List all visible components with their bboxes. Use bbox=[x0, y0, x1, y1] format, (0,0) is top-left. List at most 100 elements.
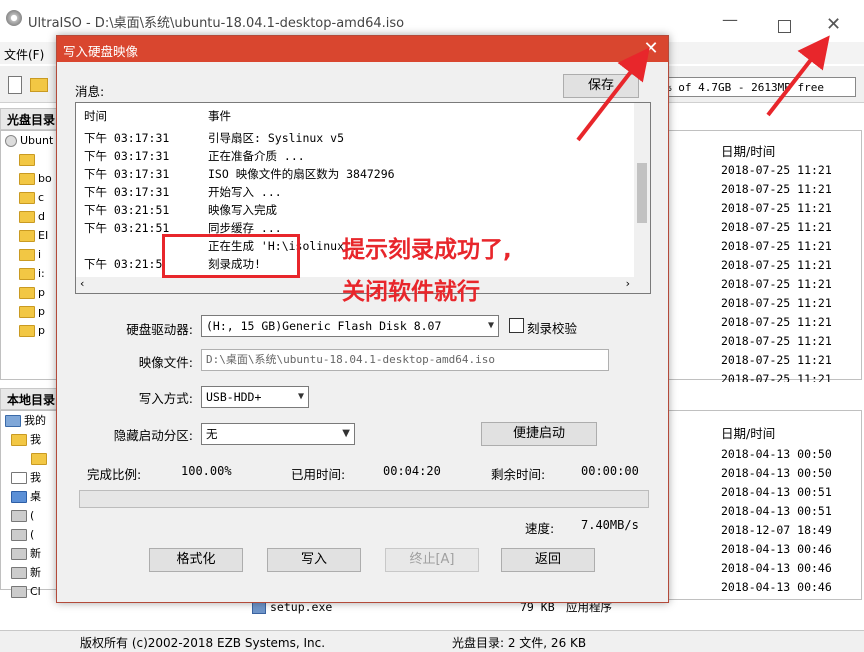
status-bar: 版权所有 (c)2002-2018 EZB Systems, Inc. 光盘目录… bbox=[0, 630, 864, 652]
elapsed-label: 已用时间: bbox=[291, 467, 346, 482]
tree-item[interactable]: p bbox=[1, 302, 59, 321]
disc-status-text: 光盘目录: 2 文件, 26 KB bbox=[452, 636, 587, 650]
write-mode-value: USB-HDD+ bbox=[206, 390, 262, 404]
format-button[interactable]: 格式化 bbox=[149, 548, 243, 572]
save-button[interactable]: 保存 bbox=[563, 74, 639, 98]
log-event: 正在准备介质 ... bbox=[208, 149, 305, 163]
tree-item[interactable]: 桌 bbox=[1, 487, 59, 506]
minimize-icon[interactable]: — bbox=[722, 10, 738, 29]
quick-boot-button[interactable]: 便捷启动 bbox=[481, 422, 597, 446]
hidden-partition-label: 隐藏启动分区: bbox=[113, 428, 193, 443]
remaining-label: 剩余时间: bbox=[491, 467, 546, 482]
tree-label: p bbox=[38, 305, 45, 318]
tree-item[interactable]: i bbox=[1, 245, 59, 264]
log-time: 下午 03:17:31 bbox=[84, 185, 170, 199]
vertical-scrollbar[interactable] bbox=[634, 103, 650, 277]
list-item-date: 2018-04-13 00:46 bbox=[721, 561, 832, 575]
image-file-input[interactable]: D:\桌面\系统\ubuntu-18.04.1-desktop-amd64.is… bbox=[201, 349, 609, 371]
log-time: 下午 03:17:31 bbox=[84, 149, 170, 163]
drive-icon bbox=[11, 529, 27, 541]
stop-button[interactable]: 终止[A] bbox=[385, 548, 479, 572]
log-time: 下午 03:17:31 bbox=[84, 131, 170, 145]
tree-label: i bbox=[38, 248, 42, 261]
write-mode-select[interactable]: USB-HDD+ ▼ bbox=[201, 386, 309, 408]
log-event: 映像写入完成 bbox=[208, 203, 277, 217]
tree-item[interactable]: 我 bbox=[1, 468, 59, 487]
tree-item[interactable]: 我 bbox=[1, 430, 59, 449]
tree-label: Ubunt bbox=[20, 134, 54, 147]
disc-file-list: 日期/时间 2018-07-25 11:21 2018-07-25 11:21 … bbox=[668, 130, 862, 382]
success-highlight-box bbox=[162, 234, 300, 278]
hidden-partition-value: 无 bbox=[206, 427, 218, 441]
list-item-date: 2018-07-25 11:21 bbox=[721, 182, 832, 196]
disc-dir-header: 光盘目录 bbox=[0, 108, 58, 130]
log-time: 下午 03:21:51 bbox=[84, 203, 170, 217]
tree-item[interactable]: Ubunt bbox=[1, 131, 59, 150]
menu-file[interactable]: 文件(F) bbox=[4, 46, 44, 63]
drive-select[interactable]: (H:, 15 GB)Generic Flash Disk 8.07 ▼ bbox=[201, 315, 499, 337]
list-item-date: 2018-07-25 11:21 bbox=[721, 334, 832, 348]
tree-label: p bbox=[38, 324, 45, 337]
desktop-icon bbox=[11, 491, 27, 503]
folder-icon bbox=[19, 306, 35, 318]
tree-item[interactable] bbox=[1, 150, 59, 169]
tree-item[interactable]: Cl bbox=[1, 582, 59, 601]
tree-item[interactable]: bo bbox=[1, 169, 59, 188]
tree-label: Cl bbox=[30, 585, 41, 598]
list-item-date: 2018-04-13 00:51 bbox=[721, 504, 832, 518]
verify-label: 刻录校验 bbox=[527, 321, 578, 336]
tree-item[interactable]: 新 bbox=[1, 544, 59, 563]
tree-item[interactable]: p bbox=[1, 321, 59, 340]
column-header-date[interactable]: 日期/时间 bbox=[721, 141, 775, 160]
elapsed-value: 00:04:20 bbox=[383, 464, 441, 478]
tree-item[interactable]: d bbox=[1, 207, 59, 226]
log-event: ISO 映像文件的扇区数为 3847296 bbox=[208, 167, 395, 181]
verify-checkbox[interactable] bbox=[509, 318, 524, 333]
open-folder-icon[interactable] bbox=[30, 78, 48, 92]
messages-label: 消息: bbox=[75, 84, 105, 99]
tree-item[interactable]: p bbox=[1, 283, 59, 302]
folder-icon bbox=[19, 287, 35, 299]
list-item-date: 2018-07-25 11:21 bbox=[721, 163, 832, 177]
tree-item[interactable]: ( bbox=[1, 525, 59, 544]
folder-icon bbox=[31, 453, 47, 465]
log-event: 引导扇区: Syslinux v5 bbox=[208, 131, 345, 145]
tree-item[interactable]: c bbox=[1, 188, 59, 207]
tree-label: i: bbox=[38, 267, 45, 280]
dialog-close-icon[interactable]: ✕ bbox=[640, 38, 662, 60]
folder-icon bbox=[19, 230, 35, 242]
list-item-date: 2018-07-25 11:21 bbox=[721, 201, 832, 215]
scroll-left-icon[interactable]: ‹ bbox=[80, 277, 84, 290]
speed-label: 速度: bbox=[525, 521, 555, 536]
scroll-right-icon[interactable]: › bbox=[626, 277, 630, 290]
tree-label: EI bbox=[38, 229, 49, 242]
scrollbar-thumb[interactable] bbox=[637, 163, 647, 223]
app-logo-icon bbox=[6, 10, 22, 26]
maximize-icon[interactable] bbox=[778, 20, 791, 33]
chevron-down-icon: ▼ bbox=[487, 320, 494, 331]
write-button[interactable]: 写入 bbox=[267, 548, 361, 572]
tree-label: d bbox=[38, 210, 45, 223]
hidden-partition-select[interactable]: 无 ▼ bbox=[201, 423, 355, 445]
back-button[interactable]: 返回 bbox=[501, 548, 595, 572]
drive-icon bbox=[11, 586, 27, 598]
log-event: 开始写入 ... bbox=[208, 185, 282, 199]
local-file-list: 日期/时间 2018-04-13 00:50 2018-04-13 00:50 … bbox=[668, 410, 862, 600]
tree-label: 我的 bbox=[24, 414, 46, 427]
tree-item[interactable]: 我的 bbox=[1, 411, 59, 430]
tree-item[interactable] bbox=[1, 449, 59, 468]
new-file-icon[interactable] bbox=[8, 76, 22, 94]
main-close-icon[interactable]: ✕ bbox=[826, 14, 841, 35]
column-header-date[interactable]: 日期/时间 bbox=[721, 423, 775, 442]
tree-item[interactable]: i: bbox=[1, 264, 59, 283]
list-item-date: 2018-07-25 11:21 bbox=[721, 258, 832, 272]
tree-label: p bbox=[38, 286, 45, 299]
disc-tree: Ubunt bo c d EI i i: p p p bbox=[0, 130, 60, 380]
folder-icon bbox=[19, 268, 35, 280]
tree-item[interactable]: EI bbox=[1, 226, 59, 245]
date-column: 2018-04-13 00:50 2018-04-13 00:50 2018-0… bbox=[721, 445, 832, 597]
tree-item[interactable]: ( bbox=[1, 506, 59, 525]
list-item-date: 2018-04-13 00:50 bbox=[721, 466, 832, 480]
tree-item[interactable]: 新 bbox=[1, 563, 59, 582]
tree-label: c bbox=[38, 191, 45, 204]
